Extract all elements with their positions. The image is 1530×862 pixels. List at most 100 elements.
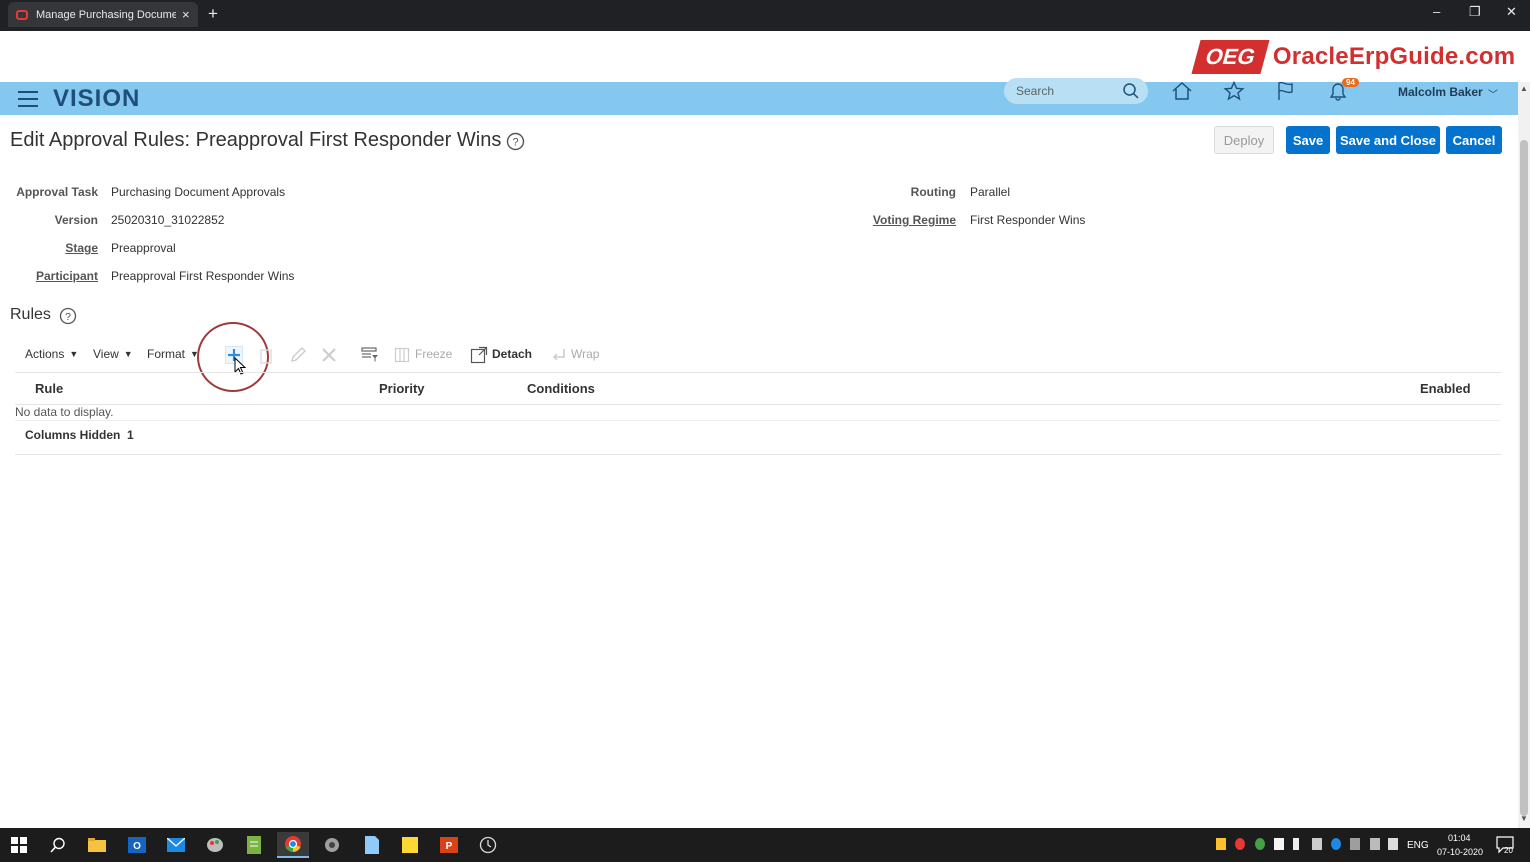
tray-chrome-icon[interactable]: [1255, 838, 1265, 850]
app-icon-document[interactable]: [355, 832, 387, 858]
table-footer-border: [15, 420, 1501, 421]
approval-task-label: Approval Task: [16, 185, 98, 199]
view-menu-label: View: [93, 347, 119, 361]
approval-task-value: Purchasing Document Approvals: [111, 185, 286, 199]
voting-regime-label-link[interactable]: Voting Regime: [866, 213, 956, 227]
freeze-button[interactable]: Freeze: [415, 347, 452, 361]
columns-hidden-label: Columns Hidden: [25, 428, 121, 442]
clock-app-icon[interactable]: [472, 832, 504, 858]
minimize-icon[interactable]: –: [1433, 4, 1440, 19]
cancel-button[interactable]: Cancel: [1446, 126, 1502, 154]
tray-network-icon[interactable]: [1312, 838, 1322, 850]
tray-globe-icon[interactable]: [1331, 838, 1341, 850]
app-icon-paint[interactable]: [199, 832, 231, 858]
user-menu[interactable]: Malcolm Baker: [1398, 85, 1483, 99]
tab-close-icon[interactable]: ×: [182, 7, 190, 22]
mail-icon[interactable]: [160, 832, 192, 858]
format-menu[interactable]: Format ▼: [147, 347, 199, 361]
scroll-thumb[interactable]: [1520, 140, 1528, 816]
table-top-border: [15, 372, 1501, 373]
favorites-star-icon[interactable]: [1223, 81, 1245, 101]
svg-text:?: ?: [512, 137, 518, 149]
view-menu[interactable]: View ▼: [93, 347, 133, 361]
vision-logo[interactable]: VISION: [53, 85, 140, 113]
action-center-count: 20: [1504, 846, 1513, 855]
wrap-button[interactable]: Wrap: [571, 347, 599, 361]
deploy-button[interactable]: Deploy: [1214, 126, 1274, 154]
notepad-icon[interactable]: [238, 832, 270, 858]
tray-display-icon[interactable]: [1350, 838, 1360, 850]
restore-icon[interactable]: ❐: [1469, 4, 1481, 20]
tray-wifi-icon[interactable]: [1370, 838, 1380, 850]
clock-date[interactable]: 07-10-2020: [1437, 847, 1483, 857]
actions-menu-label: Actions: [25, 347, 65, 361]
delete-x-icon: [322, 348, 336, 362]
rules-help-icon[interactable]: ?: [59, 307, 77, 325]
outlook-icon[interactable]: O: [121, 832, 153, 858]
search-input[interactable]: [1016, 84, 1116, 98]
browser-tab-bar: Manage Purchasing Document A × + – ❐ ✕: [0, 0, 1530, 31]
sticky-notes-icon[interactable]: [394, 832, 426, 858]
browser-tab[interactable]: Manage Purchasing Document A ×: [8, 2, 198, 27]
svg-text:?: ?: [65, 311, 71, 323]
rules-section-title: Rules: [10, 306, 51, 323]
tray-shield-icon[interactable]: [1216, 838, 1226, 850]
chevron-down-icon[interactable]: ﹀: [1488, 86, 1498, 101]
taskbar-search-icon[interactable]: [42, 832, 74, 858]
chrome-icon[interactable]: [277, 832, 309, 858]
stage-label-link[interactable]: Stage: [8, 241, 98, 255]
wrap-icon: [552, 349, 565, 361]
stage-value: Preapproval: [111, 241, 176, 255]
participant-value: Preapproval First Responder Wins: [111, 269, 295, 283]
edit-pencil-icon: [291, 347, 306, 362]
brand-text: OracleErpGuide.com: [1272, 43, 1516, 70]
notification-badge: 94: [1342, 78, 1359, 87]
tray-app-icon[interactable]: [1235, 838, 1245, 850]
powerpoint-icon[interactable]: P: [433, 832, 465, 858]
column-header-enabled[interactable]: Enabled: [1420, 381, 1471, 396]
hamburger-menu-icon[interactable]: [18, 91, 38, 107]
version-value: 25020310_31022852: [111, 213, 225, 227]
tray-k-icon[interactable]: [1274, 838, 1284, 850]
new-tab-button[interactable]: +: [208, 4, 218, 24]
participant-label-link[interactable]: Participant: [8, 269, 98, 283]
windows-start-icon[interactable]: [3, 832, 35, 858]
routing-value: Parallel: [970, 185, 1011, 199]
help-icon[interactable]: ?: [506, 132, 525, 151]
version-label: Version: [54, 213, 98, 227]
home-icon[interactable]: [1171, 81, 1193, 101]
actions-menu[interactable]: Actions ▼: [25, 347, 78, 361]
flag-icon[interactable]: [1276, 81, 1296, 101]
save-and-close-button[interactable]: Save and Close: [1336, 126, 1440, 154]
clock-time[interactable]: 01:04: [1448, 833, 1471, 843]
freeze-icon: [394, 347, 410, 363]
no-data-message: No data to display.: [15, 405, 114, 419]
tray-volume-icon[interactable]: [1388, 838, 1398, 850]
scroll-up-arrow-icon[interactable]: ▲: [1520, 84, 1528, 93]
column-header-priority[interactable]: Priority: [379, 381, 425, 396]
column-header-conditions[interactable]: Conditions: [527, 381, 595, 396]
columns-hidden-count: 1: [127, 428, 134, 442]
language-indicator[interactable]: ENG: [1407, 840, 1429, 851]
window-close-icon[interactable]: ✕: [1506, 4, 1517, 20]
search-icon[interactable]: [1122, 82, 1140, 100]
duplicate-icon: [260, 349, 272, 364]
detach-button[interactable]: Detach: [492, 347, 532, 361]
global-search[interactable]: [1004, 78, 1148, 104]
table-header-border: [15, 404, 1501, 405]
scroll-down-arrow-icon[interactable]: ▼: [1520, 814, 1528, 823]
caret-down-icon: ▼: [69, 349, 79, 359]
oracle-favicon-icon: [16, 9, 28, 20]
page-scrollbar[interactable]: ▲ ▼: [1518, 82, 1530, 828]
format-menu-label: Format: [147, 347, 186, 361]
svg-text:O: O: [133, 841, 141, 852]
column-header-rule[interactable]: Rule: [35, 381, 63, 396]
caret-down-icon: ▼: [123, 349, 133, 359]
app-icon-tool[interactable]: [316, 832, 348, 858]
tray-microphone-icon[interactable]: [1293, 838, 1299, 850]
file-explorer-icon[interactable]: [81, 832, 113, 858]
save-button[interactable]: Save: [1286, 126, 1330, 154]
detach-icon[interactable]: [470, 346, 488, 364]
browser-tab-title: Manage Purchasing Document A: [36, 8, 176, 21]
query-by-example-icon[interactable]: [361, 346, 379, 364]
